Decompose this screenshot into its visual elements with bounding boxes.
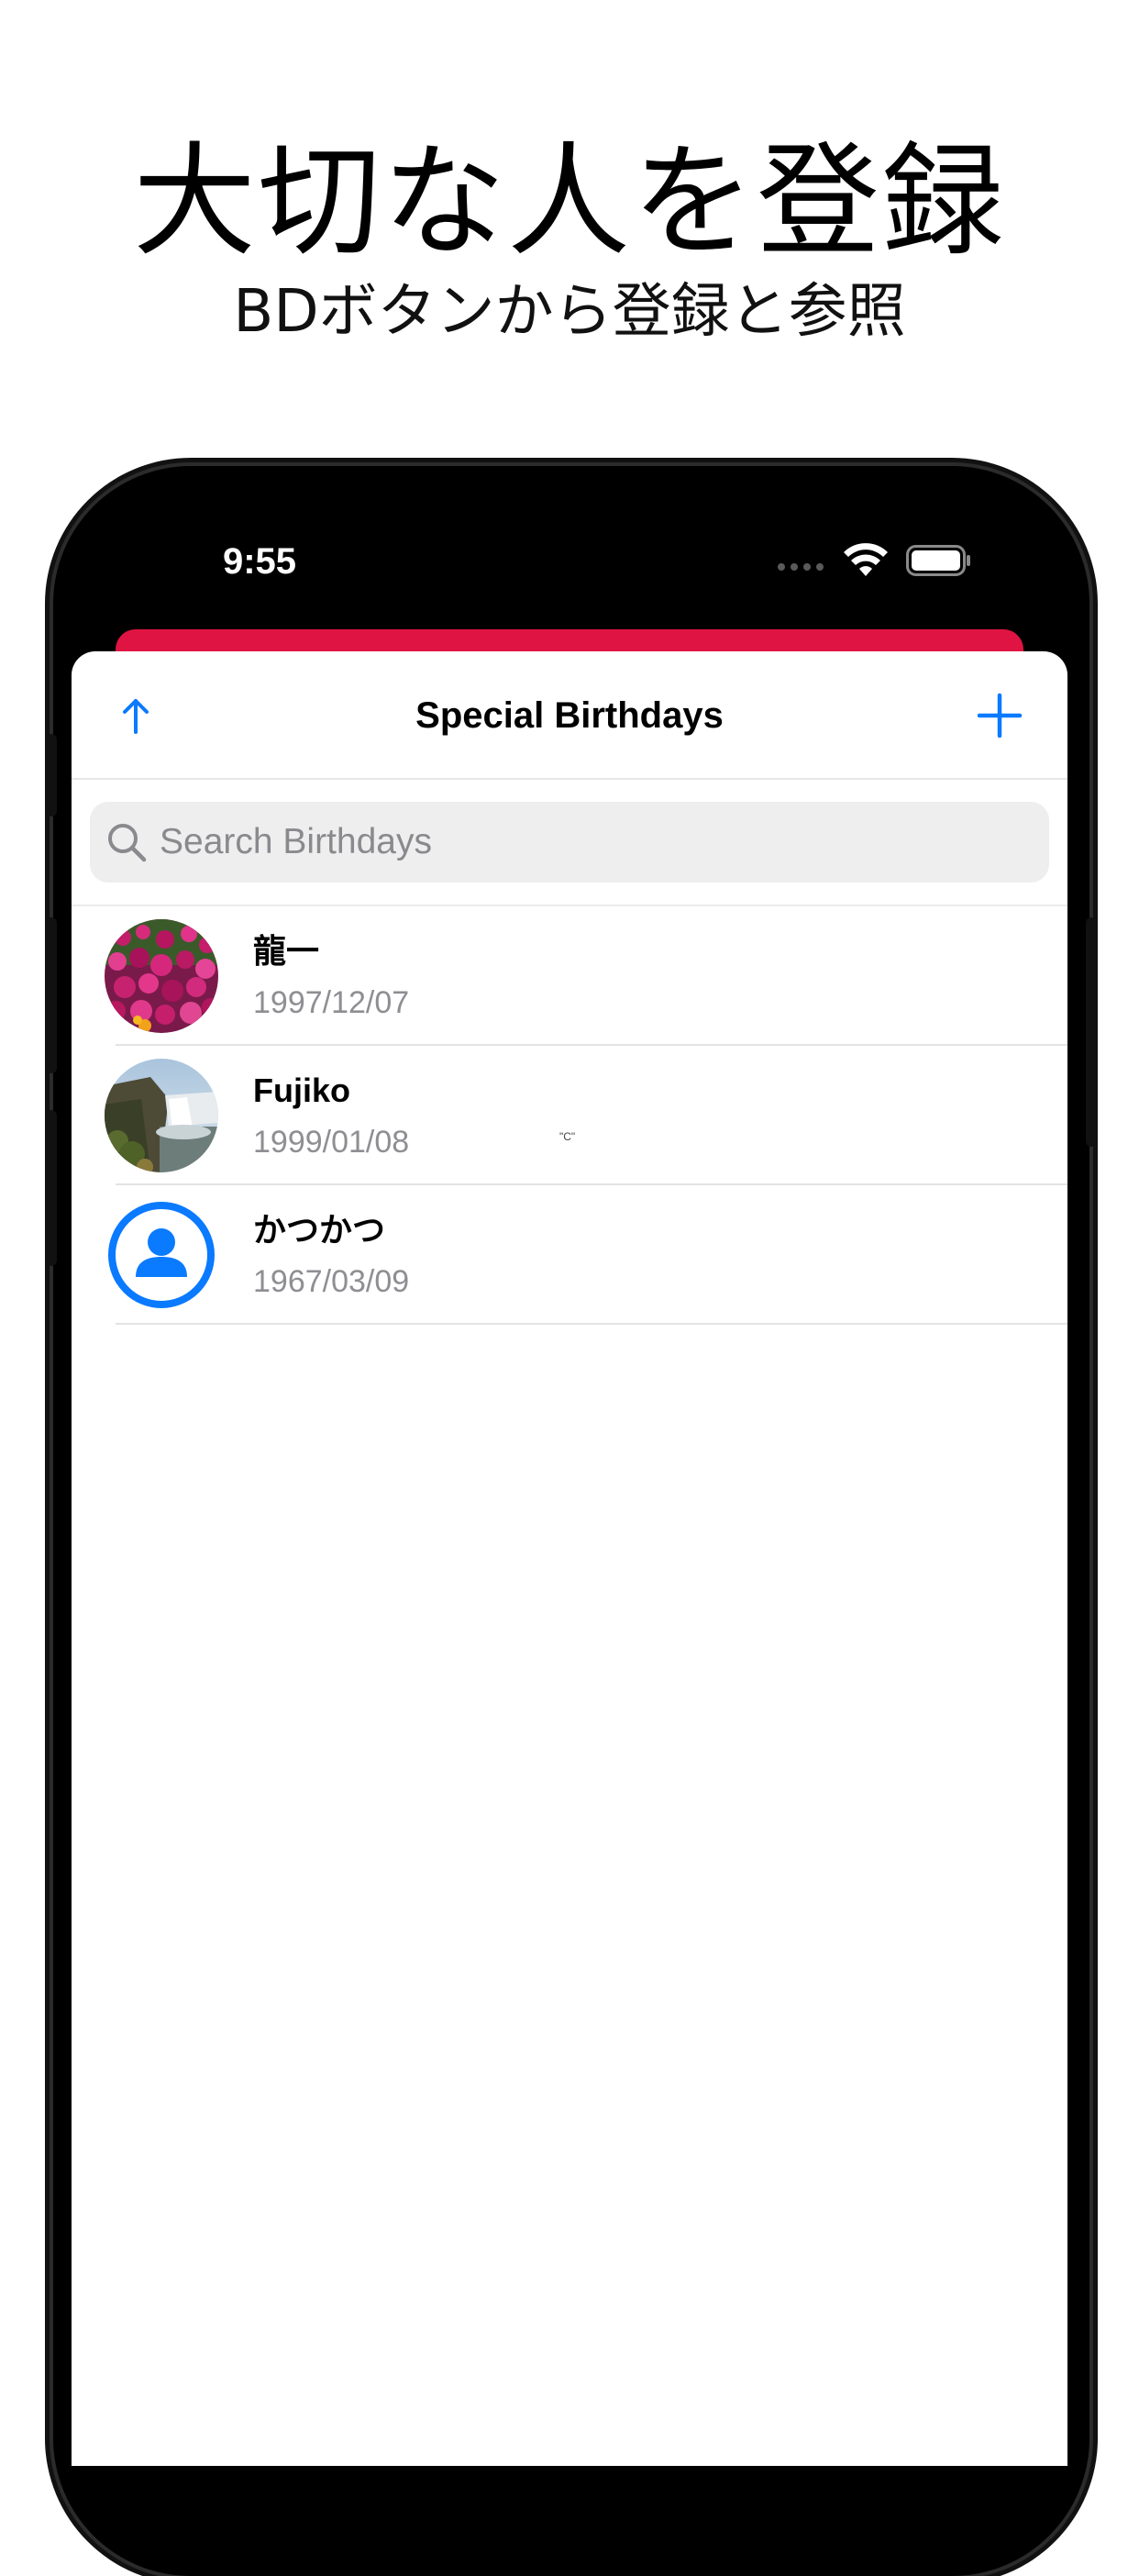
search-bar xyxy=(90,802,1049,883)
row-separator xyxy=(116,1323,1067,1325)
power-button xyxy=(1086,917,1097,1147)
birthday-note: "C" xyxy=(559,1130,576,1143)
list-item[interactable]: かつかつ 1967/03/09 xyxy=(72,1185,1067,1325)
list-item[interactable]: Fujiko 1999/01/08 "C" xyxy=(72,1046,1067,1185)
birthday-date: 1967/03/09 xyxy=(253,1264,410,1299)
mute-switch xyxy=(46,734,57,816)
avatar xyxy=(105,919,218,1033)
cellular-signal-icon xyxy=(778,563,824,571)
plus-icon[interactable] xyxy=(972,688,1027,743)
birthday-date: 1999/01/08 xyxy=(253,1125,410,1160)
flower-photo xyxy=(105,919,218,1033)
birthday-list: 龍一 1997/12/07 Fujiko 1999/01/08 "C" かつかつ… xyxy=(72,906,1067,1325)
volume-down-button xyxy=(46,1110,57,1266)
birthday-name: 龍一 xyxy=(253,932,320,970)
avatar xyxy=(105,1198,218,1312)
search-icon xyxy=(108,824,147,862)
search-input[interactable] xyxy=(160,815,1022,870)
waterfall-photo xyxy=(105,1059,218,1172)
list-item[interactable]: 龍一 1997/12/07 xyxy=(72,906,1067,1046)
app-screen: Special Birthdays Search Birthdays 龍一 19… xyxy=(72,651,1067,2466)
birthday-name: かつかつ xyxy=(253,1211,386,1249)
navigation-bar: Special Birthdays xyxy=(72,651,1067,780)
birthday-date: 1997/12/07 xyxy=(253,985,410,1020)
volume-up-button xyxy=(46,917,57,1073)
person-icon xyxy=(108,1202,215,1308)
page-title: Special Birthdays xyxy=(415,695,724,736)
battery-icon xyxy=(906,545,970,576)
avatar xyxy=(105,1059,218,1172)
promo-title: 大切な人を登録 xyxy=(132,130,1006,273)
birthday-name: Fujiko xyxy=(253,1071,350,1109)
status-time: 9:55 xyxy=(222,541,297,582)
promo-subtitle: BDボタンから登録と参照 xyxy=(233,278,906,346)
wifi-icon xyxy=(844,543,888,576)
